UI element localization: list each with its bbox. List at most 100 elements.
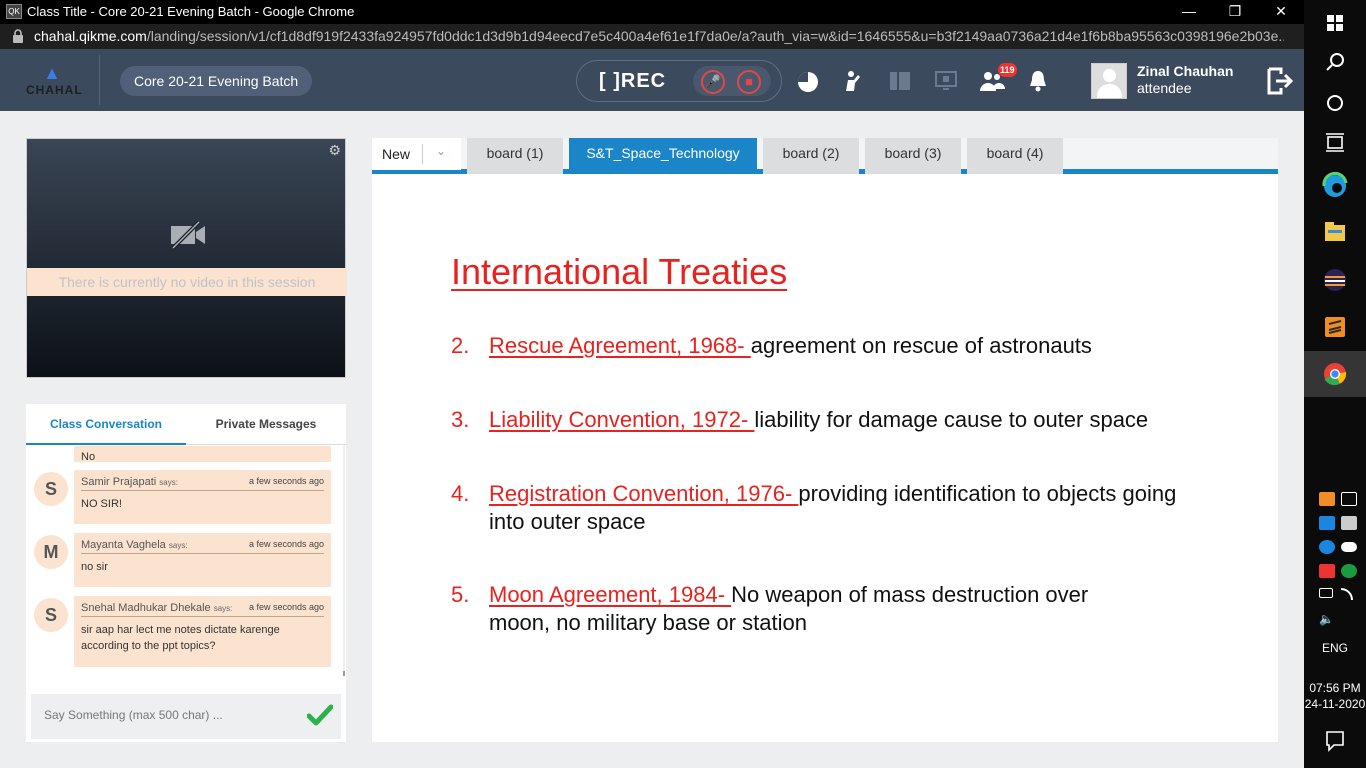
no-video-message: There is currently no video in this sess…: [27, 268, 347, 296]
user-avatar[interactable]: [1091, 63, 1127, 99]
app-icon: QK: [6, 4, 22, 19]
item-content: Rescue Agreement, 1968- agreement on res…: [489, 332, 1209, 360]
new-board-label: New: [382, 146, 411, 162]
treaty-name: Liability Convention, 1972-: [489, 407, 755, 432]
message-header: Samir Prajapati says: a few seconds ago: [81, 476, 324, 491]
tab-class-conversation[interactable]: Class Conversation: [26, 404, 186, 445]
tray-display-icon[interactable]: [1341, 516, 1357, 530]
tab-board-3[interactable]: board (3): [865, 138, 961, 174]
url-text[interactable]: chahal.qikme.com/landing/session/v1/cf1d…: [34, 28, 1284, 44]
eclipse-icon[interactable]: [1304, 257, 1366, 303]
chahal-logo[interactable]: ▲ CHAHAL: [26, 64, 83, 98]
lock-icon: [13, 29, 23, 43]
tab-board-4[interactable]: board (4): [967, 138, 1063, 174]
windows-taskbar: 🔈 ENG 07:56 PM 24-11-2020: [1304, 0, 1366, 768]
tray-anydesk-icon[interactable]: [1319, 564, 1335, 578]
chat-scrollbar[interactable]: [343, 446, 345, 676]
tray-camera-icon[interactable]: [1341, 492, 1357, 506]
chat-input[interactable]: Say Something (max 500 char) ...: [31, 694, 341, 739]
action-center-icon[interactable]: [1304, 718, 1366, 764]
video-panel: ⚙ There is currently no video in this se…: [26, 138, 347, 378]
tab-st-space-technology[interactable]: S&T_Space_Technology: [569, 138, 757, 174]
pie-chart-icon[interactable]: [796, 70, 820, 94]
participants-count-badge: 119: [998, 63, 1017, 77]
file-explorer-icon[interactable]: [1304, 210, 1366, 256]
message-list: No S Samir Prajapati says: a few seconds …: [26, 446, 346, 676]
sender-name: Mayanta Vaghela: [81, 539, 166, 551]
board-tab-bar: New ⌄ board (1) S&T_Space_Technology boa…: [372, 138, 1278, 174]
chevron-down-icon[interactable]: ⌄: [436, 144, 446, 158]
message-header: Snehal Madhukar Dhekale says: a few secon…: [81, 602, 324, 617]
edge-browser-icon[interactable]: [1304, 164, 1366, 210]
new-board-button[interactable]: New ⌄: [372, 138, 461, 170]
minimize-button[interactable]: —: [1166, 0, 1212, 24]
exit-icon[interactable]: [1265, 66, 1295, 96]
volume-icon[interactable]: 🔈: [1319, 612, 1335, 626]
tray-app-icon[interactable]: [1319, 492, 1335, 506]
close-button[interactable]: ✕: [1258, 0, 1304, 24]
message-text: No: [81, 451, 96, 463]
treaty-description: liability for damage cause to outer spac…: [754, 407, 1149, 432]
whiteboard-icon[interactable]: [888, 69, 912, 93]
scroll-thumb[interactable]: [343, 671, 345, 676]
slide-title: International Treaties: [451, 251, 788, 292]
wifi-icon[interactable]: [1341, 588, 1353, 600]
list-item: Mayanta Vaghela says: a few seconds ago n…: [74, 533, 331, 587]
treaty-name: Registration Convention, 1976-: [489, 481, 799, 506]
tray-network-monitor-icon[interactable]: [1319, 516, 1335, 530]
tab-private-messages[interactable]: Private Messages: [186, 404, 346, 445]
address-bar[interactable]: chahal.qikme.com/landing/session/v1/cf1d…: [0, 24, 1304, 49]
bell-icon[interactable]: [1028, 69, 1048, 93]
app-header: ▲ CHAHAL Core 20-21 Evening Batch [ ]REC…: [0, 49, 1304, 111]
logo-text: CHAHAL: [26, 83, 83, 97]
item-content: Liability Convention, 1972- liability fo…: [489, 406, 1209, 434]
tab-board-1[interactable]: board (1): [467, 138, 563, 174]
language-indicator[interactable]: ENG: [1304, 641, 1366, 655]
user-name: Zinal Chauhan: [1137, 63, 1234, 79]
message-text: no sir: [81, 561, 108, 573]
recording-controls: [ ]REC 🎤 ■: [576, 60, 782, 102]
whiteboard-panel: New ⌄ board (1) S&T_Space_Technology boa…: [372, 138, 1278, 742]
send-check-icon[interactable]: [307, 704, 333, 726]
sublime-text-icon[interactable]: [1304, 304, 1366, 350]
record-button[interactable]: [ ]REC: [599, 70, 666, 93]
restore-button[interactable]: ❐: [1212, 0, 1258, 24]
avatar: M: [34, 535, 68, 569]
tab-board-2[interactable]: board (2): [763, 138, 859, 174]
message-time: a few seconds ago: [248, 476, 324, 486]
url-path: /landing/session/v1/cf1d8df919f2433fa924…: [146, 28, 1284, 44]
camera-off-icon[interactable]: ■: [737, 70, 761, 94]
treaty-name: Rescue Agreement, 1968-: [489, 333, 751, 358]
gear-icon[interactable]: ⚙: [328, 142, 341, 159]
chrome-icon[interactable]: [1304, 351, 1366, 397]
chat-input-placeholder: Say Something (max 500 char) ...: [44, 708, 223, 722]
batch-name-pill: Core 20-21 Evening Batch: [120, 66, 313, 96]
record-label: REC: [620, 70, 667, 92]
list-item: No: [74, 446, 331, 463]
screen-share-icon[interactable]: [934, 69, 958, 93]
message-header: Mayanta Vaghela says: a few seconds ago: [81, 539, 324, 554]
avatar: S: [34, 598, 68, 632]
window-title: Class Title - Core 20-21 Evening Batch -…: [27, 4, 355, 19]
task-view-icon[interactable]: [1304, 120, 1366, 166]
battery-icon[interactable]: [1319, 588, 1333, 598]
avatar-head: [1103, 69, 1116, 82]
sender-name: Samir Prajapati: [81, 476, 157, 488]
tray-onedrive-icon[interactable]: [1341, 542, 1357, 552]
message-time: a few seconds ago: [248, 602, 324, 612]
mic-off-icon[interactable]: 🎤: [701, 70, 725, 94]
taskbar-clock[interactable]: 07:56 PM 24-11-2020: [1304, 680, 1366, 712]
tray-teamviewer-icon[interactable]: [1319, 540, 1335, 554]
tray-security-icon[interactable]: [1341, 564, 1357, 578]
clock-time: 07:56 PM: [1309, 681, 1361, 695]
item-content: Registration Convention, 1976- providing…: [489, 480, 1179, 536]
header-divider: [99, 55, 100, 105]
sender-name: Snehal Madhukar Dhekale: [81, 602, 211, 614]
raise-hand-icon[interactable]: [842, 69, 866, 93]
says-label: says:: [213, 604, 233, 613]
item-content: Moon Agreement, 1984- No weapon of mass …: [489, 581, 1149, 637]
avatar: S: [34, 472, 68, 506]
new-button-divider: [422, 144, 423, 164]
item-number: 4.: [451, 481, 470, 506]
item-number: 3.: [451, 407, 470, 432]
